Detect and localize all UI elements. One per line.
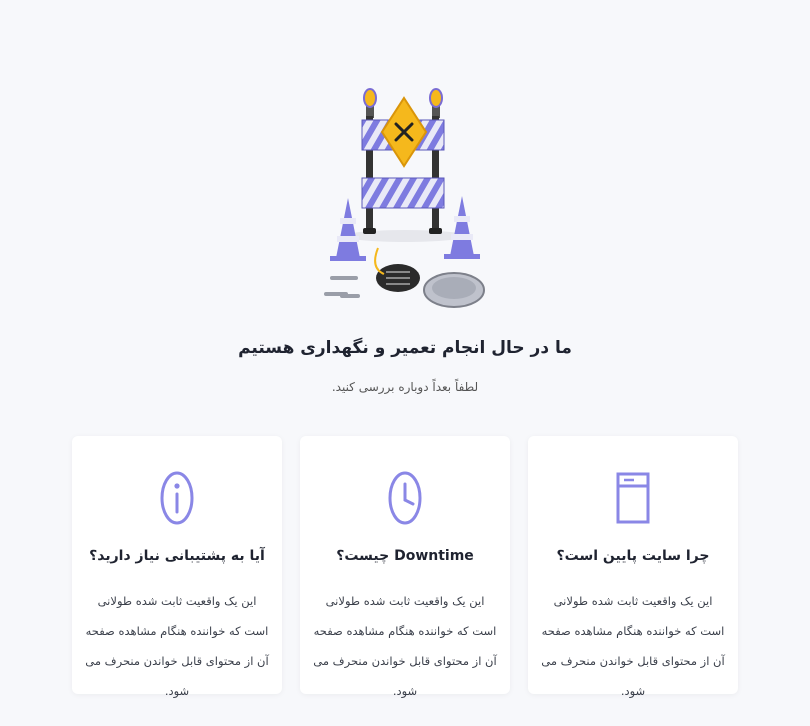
card-downtime: Downtime چیست؟ این یک واقعیت ثابت شده طو… [300, 436, 510, 698]
card-why-down: چرا سایت پایین است؟ این یک واقعیت ثابت ش… [528, 436, 738, 698]
card-body: این یک واقعیت ثابت شده طولانی است که خوا… [541, 594, 725, 698]
card-body: این یک واقعیت ثابت شده طولانی است که خوا… [85, 594, 269, 698]
clock-icon [300, 470, 510, 526]
card-support: آیا به پشتیبانی نیاز دارید؟ این یک واقعی… [72, 436, 282, 698]
card-title: Downtime چیست؟ [336, 548, 474, 564]
page-title: ما در حال انجام تعمیر و نگهداری هستیم [238, 338, 572, 358]
construction-barrier-illustration [324, 88, 485, 308]
page-subtitle: لطفاً بعداً دوباره بررسی کنید. [331, 380, 479, 394]
maintenance-illustration [300, 78, 510, 318]
card-body: این یک واقعیت ثابت شده طولانی است که خوا… [313, 594, 497, 698]
browser-window-icon [528, 470, 738, 526]
card-title: چرا سایت پایین است؟ [556, 548, 710, 564]
card-title: آیا به پشتیبانی نیاز دارید؟ [89, 548, 265, 564]
info-icon [72, 470, 282, 526]
